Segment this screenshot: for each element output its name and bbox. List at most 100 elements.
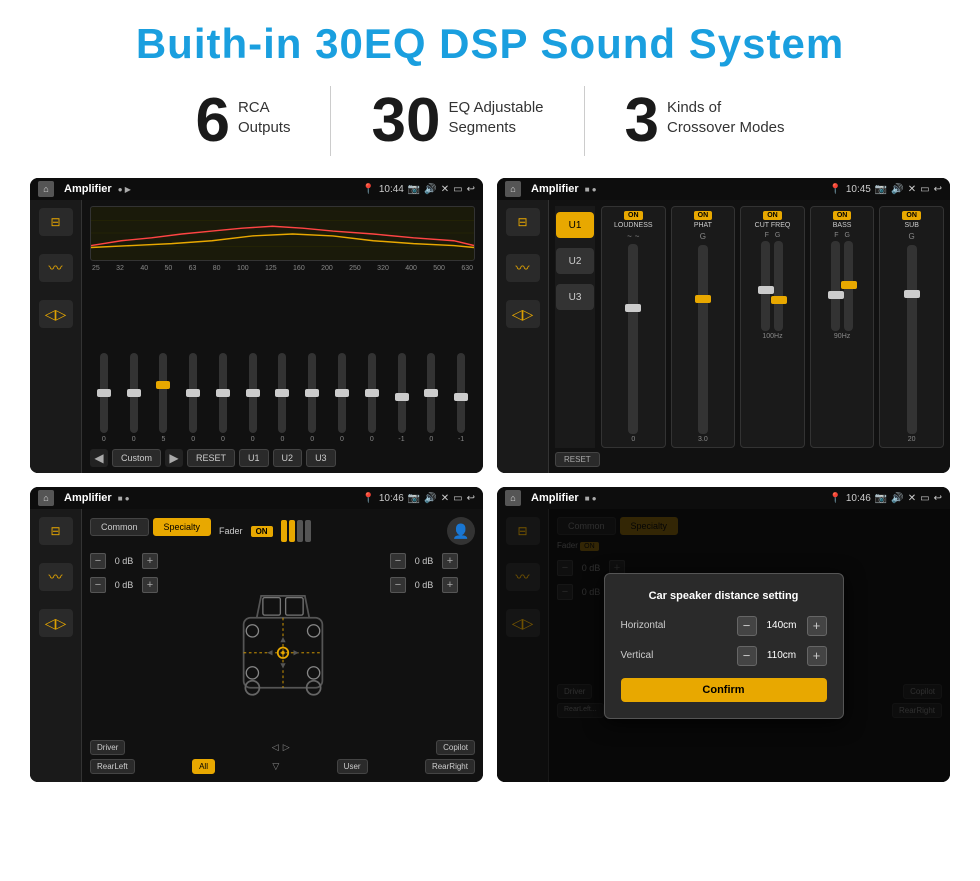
copilot-btn[interactable]: Copilot [436, 740, 475, 755]
person-icon: 👤 [447, 517, 475, 545]
bass-slider-g[interactable] [844, 241, 853, 331]
reset-btn-2[interactable]: RESET [555, 452, 600, 467]
sub-slider[interactable] [907, 245, 917, 434]
vertical-label: Vertical [621, 650, 681, 661]
db-row-br: − 0 dB + [390, 577, 475, 593]
u1-tab-btn[interactable]: U1 [556, 212, 594, 238]
plus-tl[interactable]: + [142, 553, 158, 569]
horizontal-plus[interactable]: + [807, 616, 827, 636]
back-icon-1[interactable]: ↩ [467, 184, 475, 195]
vertical-val: 110cm [762, 650, 802, 661]
u2-tab-btn[interactable]: U2 [556, 248, 594, 274]
eq-slider-3: 0 [179, 353, 207, 443]
rearright-btn[interactable]: RearRight [425, 759, 475, 774]
fader-label: Fader [219, 526, 243, 536]
eq-track-0[interactable] [100, 353, 108, 433]
minus-tl[interactable]: − [90, 553, 106, 569]
eq-tune-btn-2[interactable]: ⊟ [506, 208, 540, 236]
screen-eq-sliders: ⌂ Amplifier ● ▶ 📍 10:44 📷 🔊 ✕ ▭ ↩ ⊟ 〰 ◁▷ [30, 178, 483, 473]
all-btn[interactable]: All [192, 759, 215, 774]
cam-icon-2: 📷 [875, 184, 887, 195]
horizontal-minus[interactable]: − [737, 616, 757, 636]
eq-main: 2532 4050 6380 100125 160200 250320 4005… [82, 200, 483, 473]
eq-tune-btn-3[interactable]: ⊟ [39, 517, 73, 545]
minus-br[interactable]: − [390, 577, 406, 593]
eq-slider-0: 0 [90, 353, 118, 443]
location-icon-3: 📍 [362, 493, 374, 504]
top-tabs: Common Specialty [90, 518, 211, 536]
screen3-content: ⊟ 〰 ◁▷ Common Specialty Fader ON [30, 509, 483, 782]
plus-tr[interactable]: + [442, 553, 458, 569]
u2-btn[interactable]: U2 [273, 449, 303, 467]
fader-sliders [281, 520, 311, 542]
cam-icon-4: 📷 [875, 493, 887, 504]
home-icon-3[interactable]: ⌂ [38, 490, 54, 506]
plus-bl[interactable]: + [142, 577, 158, 593]
status-icons-1: 📍 10:44 📷 🔊 ✕ ▭ ↩ [362, 184, 475, 195]
eq-thumb-0 [97, 389, 111, 397]
loudness-slider[interactable] [628, 244, 638, 434]
u3-btn[interactable]: U3 [306, 449, 336, 467]
eq-slider-6: 0 [269, 353, 297, 443]
plus-br[interactable]: + [442, 577, 458, 593]
eq-slider-4: 0 [209, 353, 237, 443]
dialog-overlay: Car speaker distance setting Horizontal … [497, 509, 950, 782]
back-icon-4[interactable]: ↩ [934, 493, 942, 504]
eq-slider-1: 0 [120, 353, 148, 443]
rearleft-btn[interactable]: RearLeft [90, 759, 135, 774]
bass-on: ON [833, 211, 852, 220]
u1-btn[interactable]: U1 [239, 449, 269, 467]
stat-number-eq: 30 [371, 90, 440, 152]
next-btn[interactable]: ▶ [165, 449, 183, 467]
cutfreq-label: CUT FREQ [755, 222, 791, 229]
eq-graph [90, 206, 475, 261]
side-controls-1: ⊟ 〰 ◁▷ [30, 200, 82, 473]
stat-number-crossover: 3 [625, 90, 659, 152]
confirm-button[interactable]: Confirm [621, 678, 827, 702]
eq-slider-10: -1 [388, 353, 416, 443]
cutfreq-slider-f[interactable] [761, 241, 770, 331]
phat-slider[interactable] [698, 245, 708, 434]
horizontal-control: − 140cm + [737, 616, 827, 636]
u3-tab-btn[interactable]: U3 [556, 284, 594, 310]
eq-slider-7: 0 [298, 353, 326, 443]
common-tab[interactable]: Common [90, 518, 149, 536]
page-title: Buith-in 30EQ DSP Sound System [30, 20, 950, 68]
custom-btn[interactable]: Custom [112, 449, 161, 467]
sub-module: ON SUB G 20 [879, 206, 944, 448]
speaker-btn-2[interactable]: ◁▷ [506, 300, 540, 328]
wave-btn-3[interactable]: 〰 [39, 563, 73, 591]
app-name-1: Amplifier [64, 183, 112, 195]
vertical-minus[interactable]: − [737, 646, 757, 666]
loudness-label: LOUDNESS [614, 222, 653, 229]
rect-icon-3: ▭ [453, 493, 462, 504]
x-icon-1: ✕ [441, 184, 449, 195]
eq-tune-btn[interactable]: ⊟ [39, 208, 73, 236]
specialty-tab[interactable]: Specialty [153, 518, 212, 536]
wave-btn[interactable]: 〰 [39, 254, 73, 282]
vertical-plus[interactable]: + [807, 646, 827, 666]
home-icon-2[interactable]: ⌂ [505, 181, 521, 197]
db-row-tr: − 0 dB + [390, 553, 475, 569]
minus-tr[interactable]: − [390, 553, 406, 569]
cutfreq-slider-g[interactable] [774, 241, 783, 331]
home-icon-4[interactable]: ⌂ [505, 490, 521, 506]
back-icon-3[interactable]: ↩ [467, 493, 475, 504]
driver-btn[interactable]: Driver [90, 740, 125, 755]
bass-slider-f[interactable] [831, 241, 840, 331]
status-bar-4: ⌂ Amplifier ■ ● 📍 10:46 📷 🔊 ✕ ▭ ↩ [497, 487, 950, 509]
prev-btn[interactable]: ◀ [90, 449, 108, 467]
speaker-btn-3[interactable]: ◁▷ [39, 609, 73, 637]
stat-label-eq: EQ AdjustableSegments [448, 90, 543, 137]
speaker-btn[interactable]: ◁▷ [39, 300, 73, 328]
reset-btn[interactable]: RESET [187, 449, 235, 467]
minus-bl[interactable]: − [90, 577, 106, 593]
user-btn[interactable]: User [337, 759, 368, 774]
home-icon-1[interactable]: ⌂ [38, 181, 54, 197]
vol-icon-2: 🔊 [891, 184, 903, 195]
screen4-content: ⊟ 〰 ◁▷ Common Specialty Fader ON − [497, 509, 950, 782]
left-controls: − 0 dB + − 0 dB + [90, 553, 175, 734]
record-dots-1: ● ▶ [118, 185, 131, 194]
wave-btn-2[interactable]: 〰 [506, 254, 540, 282]
back-icon-2[interactable]: ↩ [934, 184, 942, 195]
